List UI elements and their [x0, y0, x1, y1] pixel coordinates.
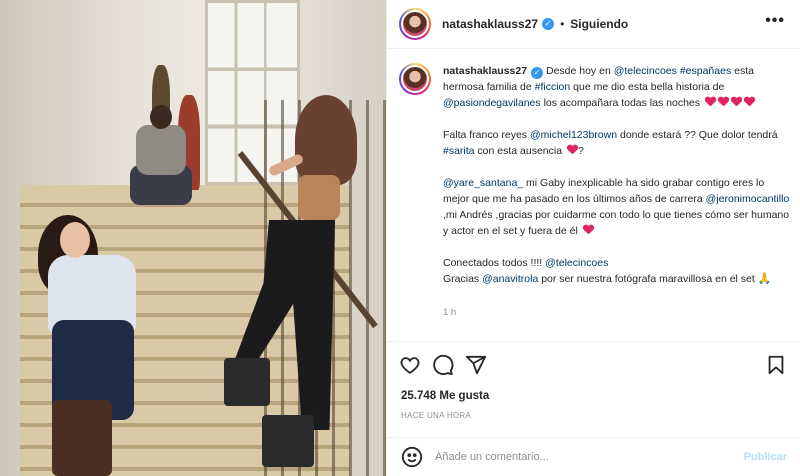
mention-link[interactable]: @jeronimocantillo	[706, 193, 790, 205]
post-header: natashaklauss27 ✓ • Siguiendo •••	[387, 0, 800, 49]
heart-emoji-icon	[731, 97, 742, 107]
photo-boot	[262, 415, 314, 467]
caption-text: ?	[578, 145, 584, 157]
photo-woman-seated-boots	[52, 400, 112, 476]
photo-man-head	[150, 105, 172, 129]
username-link[interactable]: natashaklauss27	[442, 17, 538, 31]
share-icon[interactable]	[465, 354, 489, 378]
comment-icon[interactable]	[432, 354, 456, 378]
mention-link[interactable]: @anavitrola	[482, 273, 538, 285]
emoji-icon[interactable]	[401, 446, 423, 468]
photo-man-body	[136, 125, 186, 175]
mention-link[interactable]: @michel123brown	[530, 129, 617, 141]
caption-body: natashaklauss27 ✓ Desde hoy en @telecinco…	[443, 63, 791, 331]
hashtag-link[interactable]: #sarita	[443, 145, 475, 157]
caption-text: donde estará ?? Que dolor tendrá	[617, 129, 778, 141]
caption-text: por ser nuestra fotógrafa maravillosa en…	[538, 273, 755, 285]
mention-link[interactable]: @yare_santana_	[443, 177, 523, 189]
caption-text: que me dio esta bella historia de	[570, 81, 725, 93]
caption-paragraph: Falta franco reyes @michel123brown donde…	[443, 127, 791, 159]
likes-count[interactable]: 25.748 Me gusta	[401, 390, 489, 402]
separator-dot: •	[560, 17, 565, 31]
heart-emoji-icon	[705, 97, 716, 107]
post-photo[interactable]	[0, 0, 386, 476]
caption-text: Falta franco reyes	[443, 129, 530, 141]
avatar[interactable]	[399, 8, 431, 40]
caption-text: ,mi Andrés ,gracias por cuidarme con tod…	[443, 209, 790, 237]
bookmark-icon[interactable]	[765, 354, 789, 378]
heart-icon[interactable]	[399, 354, 423, 378]
photo-woman-standing-top	[298, 175, 340, 220]
photo-woman-standing-hair	[295, 95, 357, 185]
hashtag-link[interactable]: #ficcion	[535, 81, 571, 93]
caption-text: los acompañara todas las noches	[540, 97, 701, 109]
post-side-panel: natashaklauss27 ✓ • Siguiendo ••• natash…	[386, 0, 800, 476]
mention-link[interactable]: @telecincoes	[614, 65, 677, 77]
caption-text: con esta ausencia	[474, 145, 563, 157]
follow-status-button[interactable]: Siguiendo	[570, 17, 628, 31]
photo-woman-seated-face	[60, 222, 90, 258]
verified-badge-icon: ✓	[531, 67, 544, 79]
mention-link[interactable]: @telecincoes	[545, 257, 608, 269]
photo-boot	[224, 358, 270, 406]
caption-paragraph: @yare_santana_ mi Gaby inexplicable ha s…	[443, 175, 791, 239]
verified-badge-icon: ✓	[542, 18, 555, 30]
more-options-icon[interactable]: •••	[765, 12, 785, 30]
post-actions	[387, 341, 800, 395]
heart-emoji-icon	[583, 225, 594, 235]
caption-text: Desde hoy en	[545, 65, 614, 77]
caption-paragraph: Conectados todos !!!! @telecincoes	[443, 255, 791, 271]
caption-paragraph: Gracias @anavitrola por ser nuestra fotó…	[443, 271, 791, 287]
heart-emoji-icon	[744, 97, 755, 107]
instagram-post: natashaklauss27 ✓ • Siguiendo ••• natash…	[0, 0, 800, 476]
caption-avatar[interactable]	[399, 63, 431, 95]
caption-username[interactable]: natashaklauss27	[443, 65, 527, 77]
heart-emoji-icon	[567, 145, 578, 155]
comment-bar: Publicar	[387, 437, 800, 476]
post-caption: natashaklauss27 ✓ Desde hoy en @telecinco…	[399, 63, 793, 331]
caption-text: Conectados todos !!!!	[443, 257, 546, 269]
hashtag-link[interactable]: #españaes	[680, 65, 731, 77]
praying-hands-emoji-icon: 🙏	[757, 273, 772, 285]
comment-input[interactable]	[435, 451, 735, 463]
mention-link[interactable]: @pasiondegavilanes	[443, 97, 541, 109]
heart-emoji-icon	[718, 97, 729, 107]
caption-text: Gracias	[443, 273, 483, 285]
post-time-ago[interactable]: HACE UNA HORA	[401, 411, 471, 420]
caption-timestamp[interactable]: 1 h	[443, 307, 456, 318]
caption-paragraph: natashaklauss27 ✓ Desde hoy en @telecinco…	[443, 63, 791, 111]
publish-button[interactable]: Publicar	[744, 451, 787, 463]
